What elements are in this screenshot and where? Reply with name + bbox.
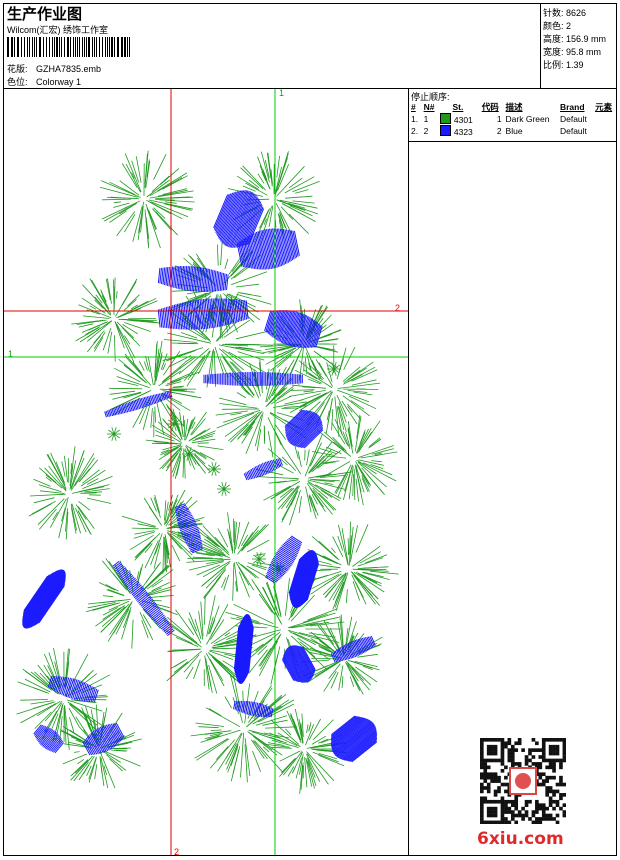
stat-width: 宽度: 95.8 mm	[543, 47, 602, 57]
stat-height: 高度: 156.9 mm	[543, 34, 607, 44]
stop-sequence-table: # N# St. 代码 描述 Brand 元素 1. 1 4301 1 Dark…	[409, 101, 617, 137]
table-row[interactable]: 2. 2 4323 2 Blue Default	[409, 125, 617, 137]
watermark: 6xiu.com	[477, 829, 564, 849]
color-swatch	[440, 125, 452, 136]
qr-code	[480, 738, 567, 825]
design-value: GZHA7835.emb	[36, 64, 102, 74]
barcode	[7, 37, 152, 57]
studio-name: Wilcom(汇宏) 绣饰工作室	[7, 25, 108, 35]
design-file: 花版: GZHA7835.emb	[7, 62, 101, 75]
colorway-value: Colorway 1	[36, 77, 82, 87]
stat-scale: 比例: 1.39	[543, 60, 584, 70]
colorway: 色位: Colorway 1	[7, 75, 81, 88]
stop-sequence-divider	[408, 141, 617, 142]
stats-divider	[540, 3, 541, 89]
guide-label-right: 2	[395, 303, 401, 313]
embroidery-canvas	[4, 89, 408, 855]
table-row[interactable]: 1. 1 4301 1 Dark Green Default	[409, 113, 617, 125]
guide-label-bottom: 2	[174, 847, 180, 857]
guide-label-top: 1	[279, 88, 285, 98]
page-title: 生产作业图	[7, 6, 83, 23]
stat-colors: 颜色: 2	[543, 21, 572, 31]
guide-label-left: 1	[8, 349, 14, 359]
color-swatch	[440, 113, 452, 124]
colorway-label: 色位:	[7, 77, 28, 87]
stat-stitches: 针数: 8626	[543, 8, 587, 18]
design-label: 花版:	[7, 64, 28, 74]
